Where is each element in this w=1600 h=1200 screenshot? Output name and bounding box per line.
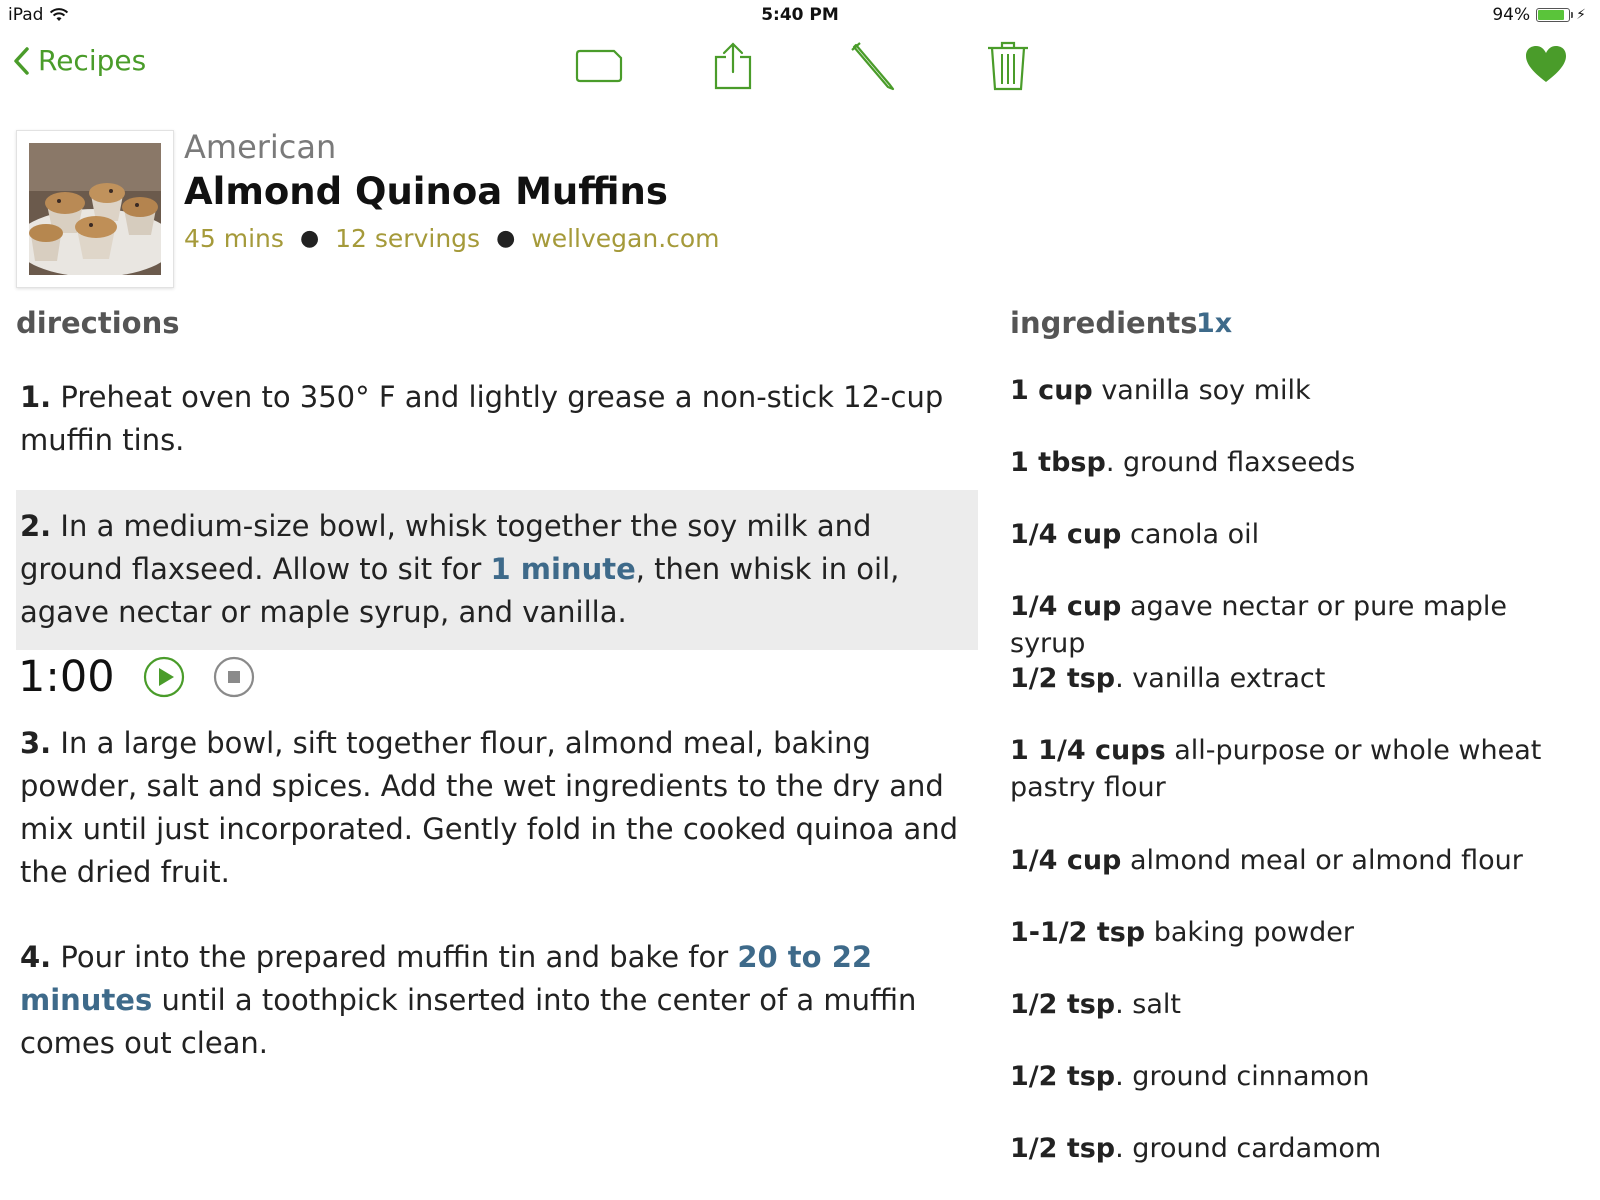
direction-step-3[interactable]: 3. In a large bowl, sift together flour,…: [20, 722, 970, 894]
ingredient-item[interactable]: 1 cup vanilla soy milk: [1010, 372, 1590, 409]
ingredient-item[interactable]: 1-1/2 tsp baking powder: [1010, 914, 1590, 951]
step-text: In a large bowl, sift together flour, al…: [20, 726, 959, 889]
favorite-button[interactable]: [1524, 44, 1568, 88]
step-text: Pour into the prepared muffin tin and ba…: [51, 940, 738, 974]
ingredient-quantity: 1-1/2 tsp: [1010, 917, 1146, 948]
ingredient-name: baking powder: [1145, 917, 1354, 948]
ingredient-quantity: 1/2 tsp: [1010, 1133, 1116, 1164]
ingredient-name: almond meal or almond flour: [1121, 845, 1523, 876]
share-icon: [714, 42, 752, 90]
meta-separator: ●: [299, 226, 320, 251]
ingredient-item[interactable]: 1/4 cup almond meal or almond flour: [1010, 842, 1590, 879]
step-number: 2.: [20, 509, 52, 543]
ingredient-item[interactable]: 1/2 tsp. vanilla extract: [1010, 660, 1590, 697]
charging-icon: ⚡: [1576, 7, 1586, 23]
status-bar: iPad 5:40 PM 94% ⚡: [0, 0, 1600, 30]
ingredient-name: . ground cardamom: [1115, 1133, 1382, 1164]
play-icon[interactable]: [143, 656, 185, 698]
ingredient-item[interactable]: 1/4 cup agave nectar or pure maple syrup: [1010, 588, 1590, 662]
recipe-meta: 45 mins ● 12 servings ● wellvegan.com: [184, 224, 720, 253]
battery-percent: 94%: [1492, 5, 1531, 25]
clock: 5:40 PM: [761, 5, 839, 25]
step-text: Preheat oven to 350° F and lightly greas…: [20, 380, 944, 457]
share-button[interactable]: [706, 40, 760, 92]
navigation-bar: Recipes: [0, 38, 1600, 96]
ingredient-name: . salt: [1115, 989, 1182, 1020]
edit-button[interactable]: [846, 40, 900, 92]
folder-icon: [575, 49, 623, 83]
ingredient-quantity: 1/2 tsp: [1010, 1061, 1116, 1092]
step-number: 4.: [20, 940, 52, 974]
recipe-cuisine: American: [184, 128, 337, 166]
recipe-photo-frame[interactable]: [16, 130, 174, 288]
stop-icon[interactable]: [213, 656, 255, 698]
folder-button[interactable]: [572, 40, 626, 92]
ingredient-quantity: 1 cup: [1010, 375, 1093, 406]
directions-heading: directions: [16, 306, 180, 340]
meta-separator: ●: [496, 226, 516, 251]
ingredient-name: . ground cinnamon: [1115, 1061, 1370, 1092]
back-label: Recipes: [38, 44, 147, 77]
ingredient-quantity: 1/4 cup: [1010, 519, 1122, 550]
ingredient-item[interactable]: 1 1/4 cups all-purpose or whole wheat pa…: [1010, 732, 1590, 806]
recipe-source-link[interactable]: wellvegan.com: [531, 224, 719, 253]
ingredient-quantity: 1/4 cup: [1010, 845, 1122, 876]
direction-step-4[interactable]: 4. Pour into the prepared muffin tin and…: [20, 936, 970, 1065]
chevron-left-icon: [14, 46, 29, 75]
direction-step-1[interactable]: 1. Preheat oven to 350° F and lightly gr…: [20, 376, 970, 462]
delete-button[interactable]: [981, 40, 1035, 92]
ingredient-quantity: 1/2 tsp: [1010, 989, 1116, 1020]
timer-link[interactable]: 1 minute: [490, 552, 635, 586]
ingredient-item[interactable]: 1 tbsp. ground flaxseeds: [1010, 444, 1590, 481]
ingredient-item[interactable]: 1/2 tsp. salt: [1010, 986, 1590, 1023]
step-timer: 1:00: [18, 652, 255, 702]
ingredient-quantity: 1/2 tsp: [1010, 663, 1116, 694]
ingredient-name: canola oil: [1121, 519, 1260, 550]
ingredient-name: . vanilla extract: [1115, 663, 1326, 694]
ingredient-name: . ground flaxseeds: [1105, 447, 1356, 478]
ingredients-heading: ingredients: [1010, 306, 1198, 340]
heart-icon: [1526, 46, 1566, 82]
battery-icon: [1536, 8, 1574, 22]
scale-button[interactable]: 1x: [1196, 308, 1232, 339]
ingredient-quantity: 1 tbsp: [1010, 447, 1106, 478]
edit-pencil-icon: [851, 42, 895, 91]
ingredient-quantity: 1/4 cup: [1010, 591, 1122, 622]
ingredient-item[interactable]: 1/4 cup canola oil: [1010, 516, 1590, 553]
direction-step-2[interactable]: 2. In a medium-size bowl, whisk together…: [20, 505, 970, 634]
recipe-servings: 12 servings: [335, 224, 481, 253]
step-number: 1.: [20, 380, 52, 414]
back-button[interactable]: Recipes: [12, 44, 146, 77]
ingredient-quantity: 1 1/4 cups: [1010, 735, 1166, 766]
step-text: until a toothpick inserted into the cent…: [20, 983, 917, 1060]
ingredient-item[interactable]: 1/2 tsp. ground cinnamon: [1010, 1058, 1590, 1095]
recipe-time: 45 mins: [184, 224, 284, 253]
ingredient-name: vanilla soy milk: [1092, 375, 1311, 406]
timer-display: 1:00: [18, 652, 115, 702]
ingredient-item[interactable]: 1/2 tsp. ground cardamom: [1010, 1130, 1590, 1167]
step-number: 3.: [20, 726, 52, 760]
recipe-photo: [29, 143, 161, 275]
trash-icon: [988, 41, 1028, 91]
recipe-title: Almond Quinoa Muffins: [184, 170, 668, 213]
